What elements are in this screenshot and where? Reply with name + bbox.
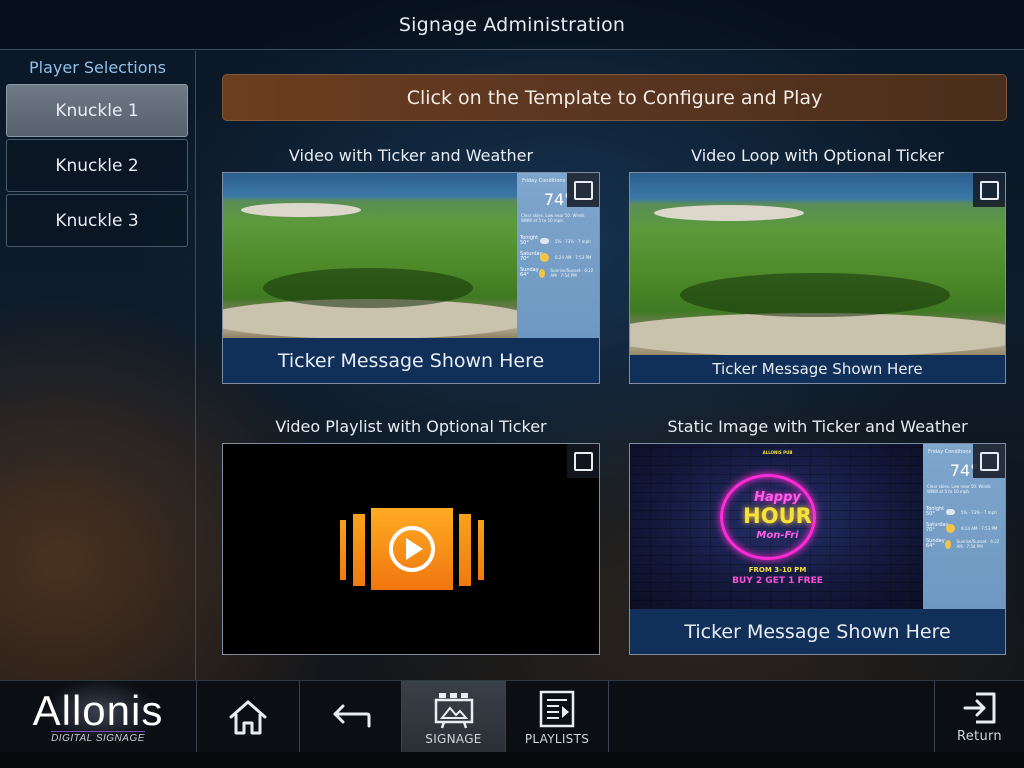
signage-nav-button[interactable]: SIGNAGE — [402, 681, 506, 753]
template-title-video-loop: Video Loop with Optional Ticker — [691, 146, 944, 165]
sun-icon — [946, 523, 955, 533]
return-label: Return — [957, 729, 1002, 744]
sun-icon — [540, 252, 549, 262]
playlists-nav-label: PLAYLISTS — [524, 731, 590, 746]
checkbox-icon[interactable] — [567, 173, 599, 207]
checkbox-icon[interactable] — [567, 444, 599, 478]
playlist-icon — [539, 690, 575, 727]
weather-desc: Clear skies. Low near 50. Winds WNW at 5… — [927, 484, 991, 494]
player-button-knuckle-1[interactable]: Knuckle 1 — [6, 84, 188, 137]
player-button-label: Knuckle 2 — [55, 155, 139, 176]
template-tile-video-ticker-weather[interactable]: Friday Conditions 74° Clear skies. Low n… — [222, 172, 600, 384]
header-bar: Signage Administration — [0, 0, 1024, 50]
back-arrow-icon — [333, 704, 370, 728]
sun-icon — [538, 268, 545, 278]
forecast-row: Saturday 70° 6:24 AM · 7:53 PM — [520, 251, 592, 262]
logo-text: Allonis — [32, 686, 164, 734]
return-button[interactable]: Return — [935, 681, 1024, 753]
ticker-bar: Ticker Message Shown Here — [630, 355, 1005, 383]
player-button-label: Knuckle 3 — [55, 210, 139, 231]
weather-desc: Clear skies. Low near 50. Winds WNW at 5… — [521, 213, 585, 223]
template-tile-static-image[interactable]: ALLONIS PUB Happy HOUR Mon-Fri FROM 3-10… — [629, 443, 1006, 655]
bottom-nav-bar: Allonis DIGITAL SIGNAGE SIGNAGE PLAYLIST… — [0, 680, 1024, 753]
bottom-strip — [0, 752, 1024, 768]
forecast-row: Saturday 70° 6:24 AM · 7:53 PM — [926, 522, 998, 533]
forecast-row: Sunday 64° Sunrise/Sunset · 6:22 AM · 7:5… — [926, 538, 1000, 550]
player-button-label: Knuckle 1 — [55, 100, 139, 121]
signage-nav-label: SIGNAGE — [425, 731, 482, 746]
nav-spacer — [609, 681, 935, 753]
template-tile-video-loop[interactable]: Ticker Message Shown Here — [629, 172, 1006, 384]
player-button-knuckle-3[interactable]: Knuckle 3 — [6, 194, 188, 247]
cloud-icon — [540, 238, 549, 244]
ticker-text: Ticker Message Shown Here — [277, 349, 545, 372]
sun-icon — [944, 539, 951, 549]
sidebar-title: Player Selections — [29, 58, 166, 77]
instruction-text: Click on the Template to Configure and P… — [406, 86, 823, 109]
playlists-nav-button[interactable]: PLAYLISTS — [506, 681, 609, 753]
checkbox-icon[interactable] — [973, 173, 1005, 207]
back-button[interactable] — [300, 681, 402, 753]
forecast-row: Sunday 64° Sunrise/Sunset · 6:22 AM · 7:5… — [520, 267, 594, 279]
golf-course-thumbnail — [223, 173, 533, 339]
template-tile-video-playlist[interactable] — [222, 443, 600, 655]
logo-subtitle: DIGITAL SIGNAGE — [51, 730, 145, 744]
cloud-icon — [946, 509, 955, 515]
home-icon — [229, 700, 267, 735]
ticker-bar: Ticker Message Shown Here — [630, 609, 1005, 654]
checkbox-icon[interactable] — [973, 444, 1005, 478]
allonis-logo: Allonis DIGITAL SIGNAGE — [0, 681, 197, 753]
template-title-video-playlist: Video Playlist with Optional Ticker — [275, 417, 547, 436]
play-icon — [371, 508, 453, 590]
sidebar: Player Selections Knuckle 1 Knuckle 2 Kn… — [0, 51, 196, 680]
ticker-bar: Ticker Message Shown Here — [223, 338, 599, 383]
home-button[interactable] — [197, 681, 300, 753]
ticker-text: Ticker Message Shown Here — [684, 620, 951, 643]
golf-course-thumbnail — [630, 173, 1005, 357]
player-button-knuckle-2[interactable]: Knuckle 2 — [6, 139, 188, 192]
happy-hour-poster: ALLONIS PUB Happy HOUR Mon-Fri FROM 3-10… — [630, 444, 925, 610]
ticker-text: Ticker Message Shown Here — [712, 360, 923, 378]
return-icon — [963, 692, 995, 724]
instruction-banner: Click on the Template to Configure and P… — [222, 74, 1007, 121]
signage-icon — [434, 692, 473, 728]
template-title-static-image: Static Image with Ticker and Weather — [667, 417, 968, 436]
template-title-video-ticker-weather: Video with Ticker and Weather — [288, 146, 534, 165]
page-title: Signage Administration — [398, 13, 626, 36]
forecast-row: Tonight 50° 5% · 73% · 7 mph — [926, 506, 997, 517]
forecast-row: Tonight 50° 5% · 73% · 7 mph — [520, 235, 591, 246]
